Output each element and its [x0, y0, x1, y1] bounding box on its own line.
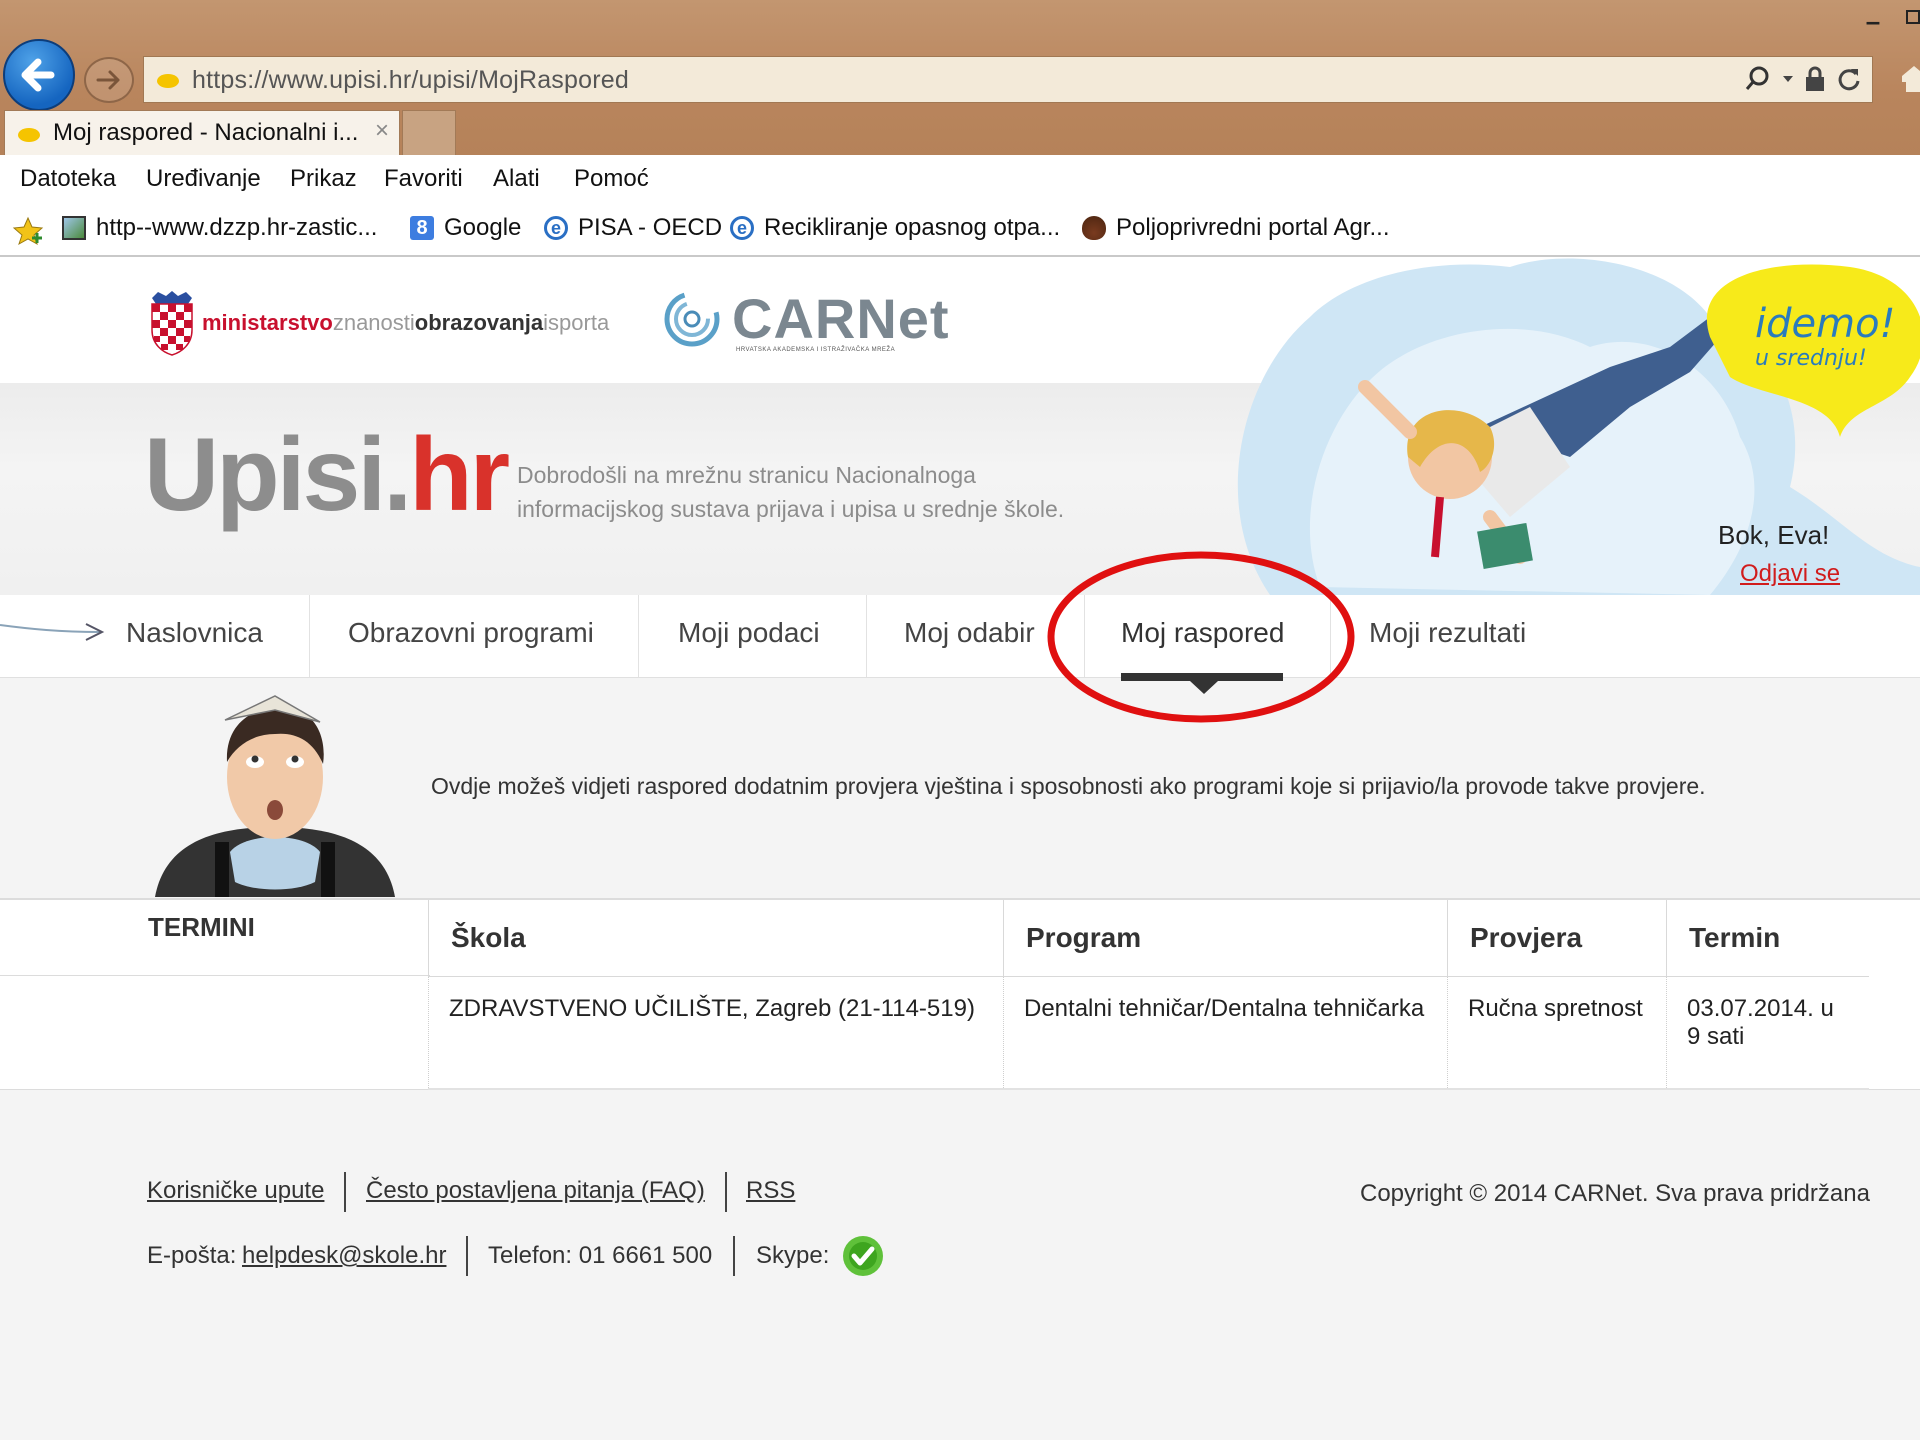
site-favicon-icon — [18, 128, 40, 142]
home-icon[interactable] — [1900, 62, 1920, 92]
ministry-name: ministarstvoznanostiobrazovanjaisporta — [202, 310, 610, 335]
termini-label: TERMINI — [148, 912, 255, 942]
footer-link-user-guide[interactable]: Korisničke upute — [147, 1177, 324, 1205]
column-header-provjera: Provjera — [1447, 900, 1667, 977]
footer-link-faq[interactable]: Često postavljena pitanja (FAQ) — [366, 1177, 705, 1205]
upisi-logo[interactable]: Upisi.hr — [144, 423, 510, 527]
minimize-window-button[interactable]: – — [1858, 6, 1888, 36]
cell-program: Dentalni tehničar/Dentalna tehničarka — [1003, 976, 1448, 1090]
favorite-item[interactable]: http--www.dzzp.hr-zastic... — [62, 214, 377, 242]
column-header-skola: Škola — [428, 900, 1004, 977]
url-text[interactable]: https://www.upisi.hr/upisi/MojRaspored — [192, 66, 629, 95]
close-tab-icon[interactable]: × — [375, 117, 389, 145]
nav-divider — [866, 595, 867, 677]
cell-skola: ZDRAVSTVENO UČILIŠTE, Zagreb (21-114-519… — [428, 976, 1004, 1090]
refresh-icon[interactable] — [1836, 66, 1862, 92]
footer-divider — [725, 1172, 727, 1212]
chevron-down-icon[interactable] — [1782, 74, 1794, 84]
acorn-icon — [1082, 216, 1106, 240]
nav-obrazovni-programi[interactable]: Obrazovni programi — [348, 617, 594, 649]
arrow-left-icon — [21, 58, 55, 92]
badge-line1: idemo! — [1755, 301, 1896, 347]
divider — [0, 975, 430, 976]
schedule-section: TERMINI Škola Program Provjera Termin ZD… — [0, 898, 1920, 1090]
arrow-right-icon — [0, 623, 105, 641]
user-greeting: Bok, Eva! — [1718, 520, 1830, 550]
google-icon: 8 — [410, 216, 434, 240]
email-link[interactable]: helpdesk@skole.hr — [242, 1242, 446, 1270]
nav-naslovnica[interactable]: Naslovnica — [126, 617, 263, 649]
menu-bar: Datoteka Uređivanje Prikaz Favoriti Alat… — [0, 155, 1920, 205]
menu-help[interactable]: Pomoć — [574, 165, 649, 193]
schedule-intro-text: Ovdje možeš vidjeti raspored dodatnim pr… — [431, 773, 1706, 799]
column-header-termin: Termin — [1666, 900, 1869, 977]
skype-status-icon[interactable] — [841, 1234, 885, 1278]
tab-moj-raspored[interactable]: Moj raspored - Nacionalni i... × — [4, 110, 400, 156]
favorite-item[interactable]: e PISA - OECD — [544, 214, 722, 242]
menu-file[interactable]: Datoteka — [20, 165, 116, 193]
nav-moji-rezultati[interactable]: Moji rezultati — [1369, 617, 1526, 649]
table-header-row: Škola Program Provjera Termin — [428, 900, 1869, 977]
logout-link[interactable]: Odjavi se — [1740, 560, 1840, 588]
copyright-text: Copyright © 2014 CARNet. Sva prava pridr… — [1360, 1180, 1870, 1207]
nav-divider — [638, 595, 639, 677]
column-header-program: Program — [1003, 900, 1448, 977]
favorite-item[interactable]: e Recikliranje opasnog otpa... — [730, 214, 1060, 242]
lock-icon[interactable] — [1804, 66, 1826, 92]
maximize-window-button[interactable] — [1906, 10, 1920, 24]
favorite-item[interactable]: Poljoprivredni portal Agr... — [1082, 214, 1389, 242]
ministry-logo[interactable]: ministarstvoznanostiobrazovanjaisporta — [148, 290, 609, 356]
menu-view[interactable]: Prikaz — [290, 165, 357, 193]
annotation-red-ellipse — [1047, 551, 1355, 723]
schedule-table: Škola Program Provjera Termin ZDRAVSTVEN… — [428, 900, 1869, 1090]
favorites-star-icon[interactable] — [12, 216, 44, 246]
nav-moj-odabir[interactable]: Moj odabir — [904, 617, 1035, 649]
back-button[interactable] — [3, 39, 75, 111]
favorites-bar: http--www.dzzp.hr-zastic... 8 Google e P… — [0, 205, 1920, 257]
nav-divider — [309, 595, 310, 677]
table-row: ZDRAVSTVENO UČILIŠTE, Zagreb (21-114-519… — [428, 976, 1869, 1090]
croatian-coat-of-arms-icon — [151, 291, 193, 356]
footer-divider — [344, 1172, 346, 1212]
site-favicon-icon — [157, 74, 179, 88]
badge-line2: u srednju! — [1755, 346, 1867, 371]
menu-favorites[interactable]: Favoriti — [384, 165, 463, 193]
forward-button[interactable] — [84, 57, 134, 103]
ie-icon: e — [730, 216, 754, 240]
footer-divider — [733, 1236, 735, 1276]
arrow-right-icon — [96, 70, 120, 90]
email-label: E-pošta: — [147, 1242, 237, 1269]
footer-link-rss[interactable]: RSS — [746, 1177, 795, 1205]
nav-moji-podaci[interactable]: Moji podaci — [678, 617, 820, 649]
student-illustration — [155, 695, 395, 897]
menu-edit[interactable]: Uređivanje — [146, 165, 261, 193]
welcome-text: Dobrodošli na mrežnu stranicu Nacionalno… — [517, 462, 1065, 522]
carnet-logo[interactable]: CARNet — [664, 286, 950, 351]
cell-provjera: Ručna spretnost — [1447, 976, 1667, 1090]
skype-label: Skype: — [756, 1242, 830, 1269]
page-icon — [62, 216, 86, 240]
phone-text: Telefon: 01 6661 500 — [488, 1242, 713, 1269]
new-tab-button[interactable] — [402, 110, 456, 156]
favorite-item[interactable]: 8 Google — [410, 214, 521, 242]
ie-icon: e — [544, 216, 568, 240]
address-bar[interactable]: https://www.upisi.hr/upisi/MojRaspored — [143, 56, 1873, 103]
footer-divider — [466, 1236, 468, 1276]
carnet-swirl-icon — [664, 291, 720, 346]
carnet-subtitle: HRVATSKA AKADEMSKA I ISTRAŽIVAČKA MREŽA — [736, 347, 896, 353]
main-nav: Naslovnica Obrazovni programi Moji podac… — [0, 595, 1920, 678]
search-icon[interactable] — [1744, 65, 1772, 93]
menu-tools[interactable]: Alati — [493, 165, 540, 193]
cell-termin: 03.07.2014. u 9 sati — [1666, 976, 1869, 1090]
carnet-name: CARNet — [732, 287, 950, 350]
tab-title: Moj raspored - Nacionalni i... — [53, 119, 359, 146]
